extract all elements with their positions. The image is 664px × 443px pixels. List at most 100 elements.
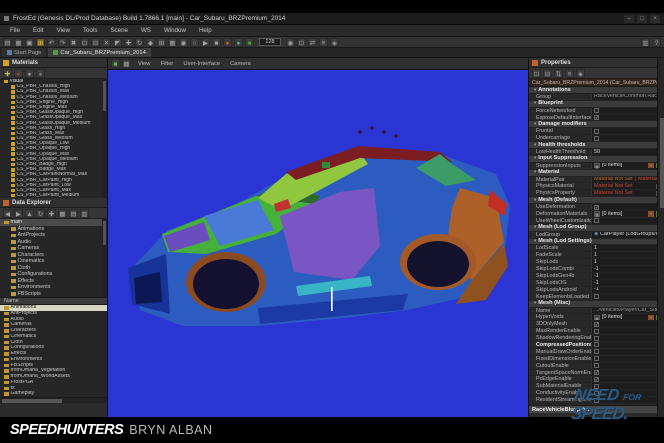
add-material-icon[interactable]: ✚ — [3, 68, 12, 78]
tree-scrollbar[interactable] — [102, 219, 107, 297]
checkbox[interactable] — [594, 328, 599, 334]
physics-icon[interactable]: ● — [223, 37, 232, 47]
world-space-icon[interactable]: ○ — [190, 37, 199, 47]
view-list-icon[interactable]: ▤ — [69, 208, 78, 218]
viewport-menu-camera[interactable]: Camera — [225, 61, 256, 67]
tab-start-page[interactable]: Start Page — [2, 48, 47, 57]
materials-scrollbar[interactable] — [102, 79, 107, 198]
checkbox[interactable] — [594, 342, 599, 348]
menu-window[interactable]: Window — [158, 26, 192, 35]
section-header[interactable]: ▾ Annotations — [529, 87, 664, 94]
folder-hscrollbar[interactable] — [0, 397, 107, 403]
property-value[interactable] — [591, 128, 664, 135]
property-value[interactable]: -1 — [591, 273, 664, 279]
copy-props-icon[interactable]: ⊡ — [532, 68, 541, 78]
value-text[interactable]: -1 — [594, 280, 599, 286]
viewport-grid-icon[interactable]: ▦ — [122, 59, 131, 68]
view-details-icon[interactable]: ▥ — [80, 208, 89, 218]
lighting-icon[interactable]: ● — [234, 37, 243, 47]
sphere-preview-icon[interactable]: ● — [14, 68, 23, 78]
remove-item-button[interactable]: − — [648, 211, 654, 217]
close-button[interactable]: × — [650, 14, 660, 23]
checkbox[interactable] — [594, 335, 599, 341]
property-value[interactable]: -1 — [591, 279, 664, 286]
property-value[interactable]: .../vehicles/Player/Car_Subaru_BRZPremiu — [591, 307, 664, 314]
play-icon[interactable]: ▶ — [201, 37, 210, 47]
save-icon[interactable]: ▣ — [25, 37, 34, 47]
viewport-mode-icon[interactable]: ■ — [111, 59, 120, 68]
add-icon[interactable]: ✚ — [47, 208, 56, 218]
section-header[interactable]: ▾ Input Suppression — [529, 155, 664, 163]
menu-file[interactable]: File — [4, 26, 26, 35]
help-icon[interactable]: ? — [652, 37, 661, 47]
name-column-header[interactable]: Name — [0, 297, 107, 305]
redo-icon[interactable]: ↷ — [58, 37, 67, 47]
rotate-icon[interactable]: ↻ — [135, 37, 144, 47]
pin-icon[interactable]: ◈ — [576, 68, 585, 78]
property-value[interactable]: ✓ — [591, 321, 664, 328]
remove-item-button[interactable]: − — [648, 162, 654, 169]
checkbox[interactable]: ✓ — [594, 115, 599, 120]
minimize-button[interactable]: – — [624, 14, 634, 23]
property-value[interactable] — [591, 293, 664, 300]
section-header[interactable]: ▾ Damage modifiers — [529, 121, 664, 129]
property-value[interactable]: 50 — [591, 149, 664, 155]
up-icon[interactable]: ▲ — [25, 208, 34, 218]
checkbox[interactable] — [594, 363, 599, 369]
menu-scene[interactable]: Scene — [104, 26, 134, 35]
material-item[interactable]: CS_PBR_CarPaint_Medium — [0, 193, 107, 198]
settings-icon[interactable]: ◈ — [330, 37, 339, 47]
checkbox[interactable]: ✓ — [594, 376, 599, 382]
collapse-all-icon[interactable]: ≡ — [565, 68, 574, 78]
section-header[interactable]: ▾ Health thresholds — [529, 142, 664, 150]
property-value[interactable]: ◈CarPlayer (LodGroups/CarPl...▾ — [591, 231, 664, 238]
value-text[interactable]: 1 — [594, 245, 597, 251]
viewport-menu-filter[interactable]: Filter — [155, 61, 178, 67]
properties-header[interactable]: Properties — [529, 58, 664, 68]
value-text[interactable]: 50 — [594, 149, 600, 155]
paste-icon[interactable]: ⊟ — [91, 37, 100, 47]
menu-ws[interactable]: WS — [135, 26, 157, 35]
undo-icon[interactable]: ↶ — [47, 37, 56, 47]
section-header[interactable]: ▾ Mesh (Lod Settings) — [529, 238, 664, 246]
checkbox[interactable]: ✓ — [594, 204, 599, 210]
value-text[interactable]: 1 — [594, 259, 597, 265]
property-value[interactable] — [591, 362, 664, 369]
open-icon[interactable]: ▦ — [14, 37, 23, 47]
measure-icon[interactable]: ⇄ — [308, 37, 317, 47]
property-value[interactable] — [591, 341, 664, 348]
checkbox[interactable] — [594, 218, 599, 224]
property-value[interactable]: 1 — [591, 252, 664, 259]
property-value[interactable]: Material Not Set▾ — [591, 183, 664, 190]
checkbox[interactable] — [594, 108, 599, 114]
value-text[interactable]: 1 — [594, 252, 597, 258]
property-value[interactable]: ✓ — [591, 204, 664, 211]
paste-props-icon[interactable]: ⊟ — [543, 68, 552, 78]
section-header[interactable]: ▾ Mesh (Misc) — [529, 300, 664, 308]
menu-help[interactable]: Help — [193, 26, 218, 35]
copy-icon[interactable]: ⊡ — [80, 37, 89, 47]
checkbox[interactable]: ✓ — [594, 369, 599, 375]
cut-icon[interactable]: ✖ — [69, 37, 78, 47]
layers-icon[interactable]: ≡ — [319, 37, 328, 47]
local-space-icon[interactable]: ◉ — [179, 37, 188, 47]
property-value[interactable]: -1 — [591, 266, 664, 273]
property-value[interactable] — [591, 335, 664, 341]
value-text[interactable]: -1 — [594, 273, 599, 279]
property-value[interactable] — [591, 107, 664, 114]
scrollbar-thumb[interactable] — [103, 221, 106, 245]
scrollbar-thumb[interactable] — [659, 118, 664, 208]
delete-icon[interactable]: ✕ — [102, 37, 111, 47]
section-header[interactable]: ▾ Mesh (Default) — [529, 197, 664, 205]
forward-icon[interactable]: ▶ — [14, 208, 23, 218]
snap-icon[interactable]: ⊞ — [157, 37, 166, 47]
viewport-menu-view[interactable]: View — [133, 61, 155, 67]
frame-selected-icon[interactable]: ⊡ — [297, 37, 306, 47]
selected-object-bar[interactable]: Car_Subaru_BRZPremium_2014 (Car_Subaru_B… — [529, 79, 664, 87]
checkbox[interactable] — [594, 294, 599, 300]
property-value[interactable]: RaceVehicleCommon.RaceVehicleEntity — [591, 93, 664, 100]
section-header[interactable]: ▾ Blueprint — [529, 100, 664, 108]
dropdown-value[interactable]: CarPlayer (LodGroups/CarPl... — [600, 232, 664, 238]
property-value[interactable] — [591, 217, 664, 224]
sphere-preview-icon[interactable]: ● — [36, 68, 45, 78]
